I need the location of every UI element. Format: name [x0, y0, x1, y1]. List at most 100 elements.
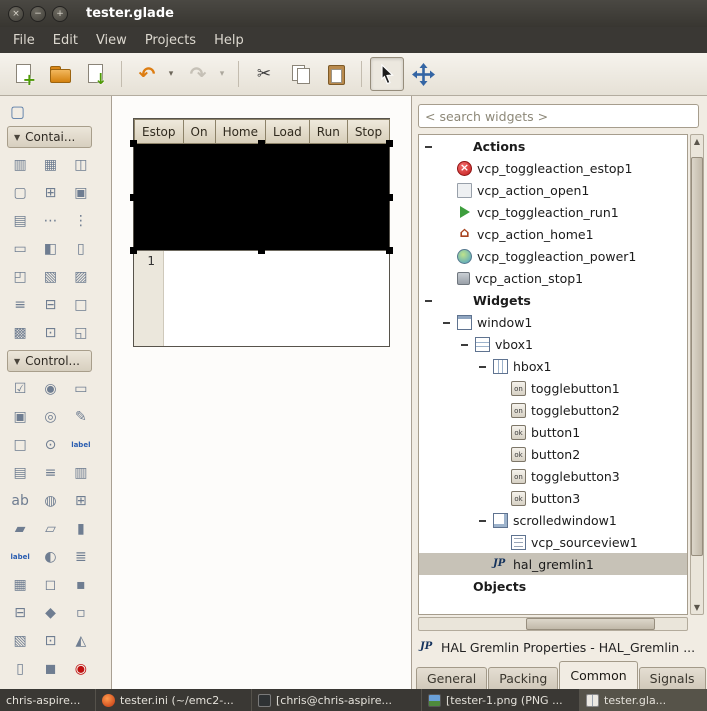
- tree-group-objects[interactable]: Objects: [419, 575, 687, 597]
- design-button-on[interactable]: On: [183, 119, 216, 144]
- selector-button[interactable]: [370, 57, 404, 91]
- palette-widget-icon[interactable]: ab: [11, 492, 29, 510]
- menu-item-file[interactable]: File: [4, 30, 44, 51]
- palette-widget-icon[interactable]: ▦: [41, 156, 59, 174]
- taskbar-item-2[interactable]: [chris@chris-aspire...: [252, 689, 422, 711]
- tab-packing[interactable]: Packing: [488, 667, 558, 689]
- copy-button[interactable]: [283, 57, 317, 91]
- vscroll-track[interactable]: [691, 148, 703, 601]
- palette-widget-icon[interactable]: ◐: [41, 548, 59, 566]
- taskbar-item-3[interactable]: [tester-1.png (PNG ...: [422, 689, 580, 711]
- tree-row-vcp_sourceview1[interactable]: vcp_sourceview1: [419, 531, 687, 553]
- tab-signals[interactable]: Signals: [639, 667, 706, 689]
- palette-widget-icon[interactable]: ⊟: [11, 604, 29, 622]
- palette-widget-icon[interactable]: label: [72, 436, 90, 454]
- menu-item-edit[interactable]: Edit: [44, 30, 87, 51]
- design-canvas[interactable]: EstopOnHomeLoadRunStop 1: [112, 96, 411, 689]
- scroll-up-arrow-icon[interactable]: ▲: [691, 135, 703, 148]
- palette-widget-icon[interactable]: ▮: [72, 520, 90, 538]
- close-button[interactable]: ×: [8, 6, 24, 22]
- tree-row-togglebutton3[interactable]: togglebutton3: [419, 465, 687, 487]
- palette-widget-icon[interactable]: ▣: [72, 184, 90, 202]
- palette-widget-icon[interactable]: ▫: [72, 604, 90, 622]
- palette-widget-icon[interactable]: ≡: [41, 464, 59, 482]
- menu-item-projects[interactable]: Projects: [136, 30, 205, 51]
- undo-dropdown-arrow[interactable]: ▾: [165, 59, 177, 89]
- tree-row-window1[interactable]: window1: [419, 311, 687, 333]
- palette-widget-icon[interactable]: ▦: [11, 576, 29, 594]
- palette-widget-icon[interactable]: □: [72, 296, 90, 314]
- tree-row-vcp_toggleaction_power1[interactable]: vcp_toggleaction_power1: [419, 245, 687, 267]
- palette-widget-icon[interactable]: □: [11, 436, 29, 454]
- tree-expander-icon[interactable]: [459, 339, 470, 350]
- palette-widget-icon[interactable]: ◎: [41, 408, 59, 426]
- taskbar-item-4[interactable]: tester.gla...: [580, 689, 707, 711]
- palette-widget-icon[interactable]: label: [11, 548, 29, 566]
- palette-section-control[interactable]: ▼Control...: [7, 350, 92, 372]
- palette-widget-icon[interactable]: ⊙: [41, 436, 59, 454]
- tree-group-widgets[interactable]: Widgets: [419, 289, 687, 311]
- design-button-load[interactable]: Load: [265, 119, 310, 144]
- selection-handle-ml[interactable]: [130, 194, 137, 201]
- tree-row-vcp_action_stop1[interactable]: vcp_action_stop1: [419, 267, 687, 289]
- palette-widget-icon[interactable]: ▧: [41, 268, 59, 286]
- tree-row-scrolledwindow1[interactable]: scrolledwindow1: [419, 509, 687, 531]
- palette-widget-icon[interactable]: ◆: [41, 604, 59, 622]
- palette-widget-icon[interactable]: ◼: [41, 660, 59, 678]
- palette-widget-icon[interactable]: ⋮: [72, 212, 90, 230]
- tree-expander-icon[interactable]: [423, 295, 434, 306]
- palette-widget-icon[interactable]: ◱: [72, 324, 90, 342]
- palette-widget-icon[interactable]: ☑: [11, 380, 29, 398]
- tree-row-button1[interactable]: button1: [419, 421, 687, 443]
- selection-handle-mr[interactable]: [386, 194, 393, 201]
- taskbar-item-1[interactable]: tester.ini (~/emc2-...: [96, 689, 252, 711]
- palette-section-contai[interactable]: ▼Contai...: [7, 126, 92, 148]
- redo-dropdown-arrow[interactable]: ▾: [216, 59, 228, 89]
- palette-widget-icon[interactable]: ⊞: [72, 492, 90, 510]
- palette-widget-icon[interactable]: ⊟: [41, 296, 59, 314]
- tab-common[interactable]: Common: [559, 661, 637, 689]
- palette-widget-icon[interactable]: ▨: [72, 268, 90, 286]
- new-button[interactable]: [7, 57, 41, 91]
- sourceview-preview[interactable]: 1: [134, 250, 389, 346]
- cut-button[interactable]: [247, 57, 281, 91]
- palette-widget-icon[interactable]: ▯: [72, 240, 90, 258]
- palette-widget-icon[interactable]: ▩: [11, 324, 29, 342]
- palette-widget-icon[interactable]: ▤: [11, 464, 29, 482]
- palette-widget-icon[interactable]: ◰: [11, 268, 29, 286]
- design-button-run[interactable]: Run: [309, 119, 348, 144]
- tree-row-button3[interactable]: button3: [419, 487, 687, 509]
- tree-vertical-scrollbar[interactable]: ▲ ▼: [690, 134, 704, 615]
- palette-widget-icon[interactable]: ▭: [11, 240, 29, 258]
- tree-expander-icon[interactable]: [441, 317, 452, 328]
- menu-item-view[interactable]: View: [87, 30, 136, 51]
- selection-handle-tl[interactable]: [130, 140, 137, 147]
- gremlin-preview[interactable]: [134, 144, 389, 250]
- palette-widget-icon[interactable]: ◉: [72, 660, 90, 678]
- tree-row-togglebutton2[interactable]: togglebutton2: [419, 399, 687, 421]
- open-button[interactable]: [43, 57, 77, 91]
- taskbar-item-0[interactable]: chris-aspire...: [0, 689, 96, 711]
- palette-widget-icon[interactable]: ⊡: [41, 632, 59, 650]
- titlebar[interactable]: × − + tester.glade: [0, 0, 707, 27]
- palette-widget-icon[interactable]: ⊡: [41, 324, 59, 342]
- selection-handle-bm[interactable]: [258, 247, 265, 254]
- tree-row-vcp_action_home1[interactable]: vcp_action_home1: [419, 223, 687, 245]
- palette-widget-icon[interactable]: ✎: [72, 408, 90, 426]
- palette-widget-icon[interactable]: ▯: [11, 660, 29, 678]
- minimize-button[interactable]: −: [30, 6, 46, 22]
- palette-widget-icon[interactable]: ▰: [11, 520, 29, 538]
- selection-handle-tm[interactable]: [258, 140, 265, 147]
- maximize-button[interactable]: +: [52, 6, 68, 22]
- toplevel-widget-icon[interactable]: ▢: [10, 102, 25, 121]
- selection-handle-tr[interactable]: [386, 140, 393, 147]
- palette-widget-icon[interactable]: ◭: [72, 632, 90, 650]
- palette-widget-icon[interactable]: ▣: [11, 408, 29, 426]
- palette-widget-icon[interactable]: ▱: [41, 520, 59, 538]
- palette-widget-icon[interactable]: ▥: [72, 464, 90, 482]
- tree-expander-icon[interactable]: [477, 361, 488, 372]
- tree-expander-icon[interactable]: [423, 141, 434, 152]
- tree-row-vbox1[interactable]: vbox1: [419, 333, 687, 355]
- palette-widget-icon[interactable]: ◍: [41, 492, 59, 510]
- palette-widget-icon[interactable]: ▭: [72, 380, 90, 398]
